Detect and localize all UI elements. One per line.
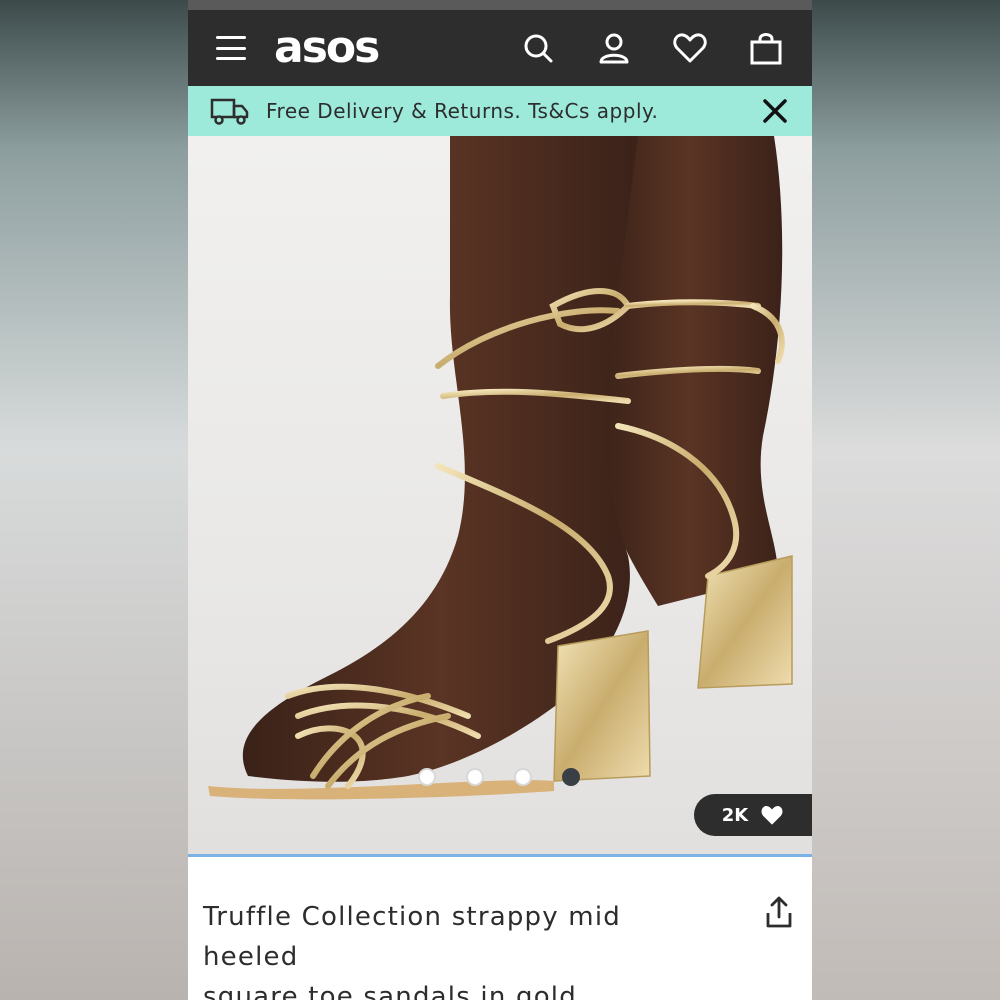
status-bar	[188, 0, 812, 10]
menu-icon[interactable]	[216, 36, 246, 60]
product-photo	[208, 136, 793, 800]
product-title: Truffle Collection strappy mid heeled sq…	[203, 897, 712, 1000]
product-title-line-1: Truffle Collection strappy mid heeled	[203, 902, 621, 972]
pagination-dot[interactable]	[418, 768, 436, 786]
product-title-line-2: square toe sandals in gold	[203, 982, 577, 1000]
save-count-button[interactable]: 2K	[694, 794, 812, 836]
bag-icon[interactable]	[748, 30, 784, 66]
brand-logo[interactable]: asos	[274, 26, 380, 70]
likes-count: 2K	[721, 804, 749, 826]
pagination-dot[interactable]	[466, 768, 484, 786]
pagination-dot-active[interactable]	[562, 768, 580, 786]
product-image-gallery[interactable]: 2K	[188, 136, 812, 854]
share-icon[interactable]	[764, 895, 794, 929]
search-icon[interactable]	[520, 30, 556, 66]
top-navigation-bar: asos	[188, 10, 812, 86]
heart-filled-icon	[761, 806, 783, 825]
product-info: Truffle Collection strappy mid heeled sq…	[188, 857, 812, 1000]
gallery-pagination	[418, 768, 580, 786]
promo-banner-text: Free Delivery & Returns. Ts&Cs apply.	[266, 99, 659, 123]
account-icon[interactable]	[596, 30, 632, 66]
app-screen: asos Free Delivery & Returns. Ts&Cs appl…	[188, 0, 812, 1000]
background-left	[0, 0, 188, 1000]
delivery-truck-icon	[210, 98, 249, 125]
promo-banner[interactable]: Free Delivery & Returns. Ts&Cs apply.	[188, 86, 812, 136]
header-actions	[520, 30, 784, 66]
heart-icon[interactable]	[672, 30, 708, 66]
background-right	[812, 0, 1000, 1000]
close-icon[interactable]	[760, 96, 790, 126]
pagination-dot[interactable]	[514, 768, 532, 786]
